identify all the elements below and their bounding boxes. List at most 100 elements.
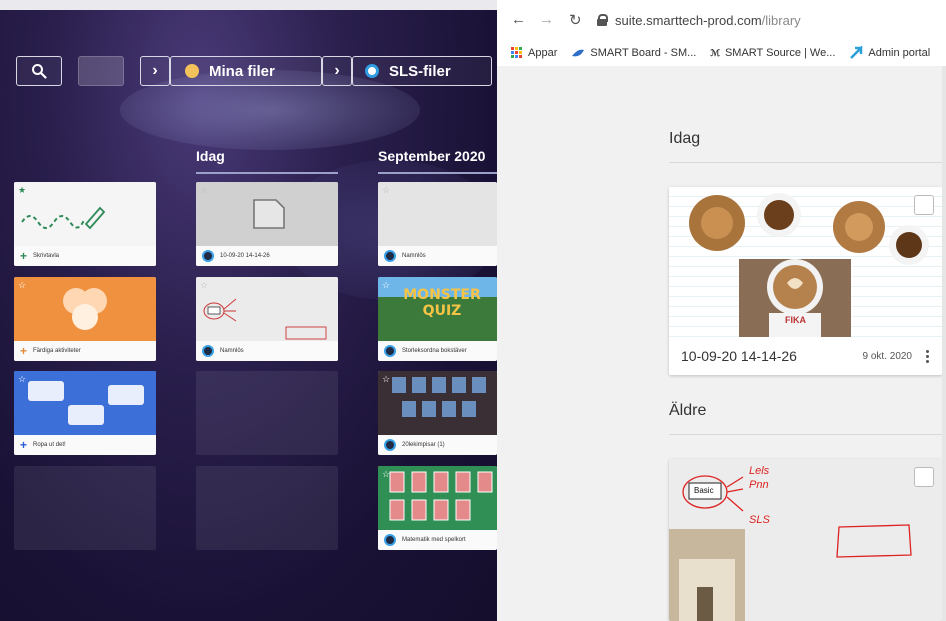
- tile-thumbnail: [378, 466, 497, 530]
- tile-today-file[interactable]: ☆ 10-09-20 14-14-26: [196, 182, 338, 266]
- empty-tile: [14, 466, 156, 550]
- star-icon[interactable]: ☆: [200, 280, 208, 291]
- tile-footer: + Färdiga aktiviteter: [14, 341, 156, 361]
- playing-cards-icon: [389, 471, 493, 521]
- sls-icon: [384, 534, 396, 546]
- tile-september-untitled[interactable]: ☆ Namnlös: [378, 182, 497, 266]
- section-divider: [669, 434, 946, 435]
- tile-footer: 10-09-20 14-14-26: [196, 246, 338, 266]
- back-arrow-icon[interactable]: ←: [511, 11, 526, 28]
- breadcrumb-sls-files[interactable]: SLS-filer: [352, 56, 492, 86]
- plus-icon: +: [20, 249, 28, 263]
- bookmark-label: SMART Source | We...: [724, 47, 836, 59]
- browser-pane: ← → ↻ suite.smarttech-prod.com/library A…: [497, 0, 946, 621]
- tile-letter-order[interactable]: MONSTER QUIZ ☆ Storleksordna bokstäver: [378, 277, 497, 361]
- column-divider: [196, 172, 338, 174]
- tile-thumbnail: MONSTER QUIZ: [378, 277, 497, 341]
- tile-footer: Namnlös: [196, 341, 338, 361]
- squiggle-pen-icon: [21, 206, 106, 230]
- chevron-right-icon: ›: [334, 62, 340, 79]
- search-icon: [32, 64, 47, 79]
- file-date: 9 okt. 2020: [862, 350, 912, 362]
- section-divider: [669, 162, 946, 163]
- forward-arrow-icon[interactable]: →: [539, 11, 554, 28]
- plus-icon: +: [20, 438, 28, 452]
- tile-label: Storleksordna bokstäver: [402, 348, 467, 354]
- star-icon[interactable]: ★: [18, 185, 26, 196]
- breadcrumb-my-files[interactable]: Mina filer: [170, 56, 322, 86]
- star-icon[interactable]: ☆: [382, 185, 390, 196]
- bookmark-admin-portal[interactable]: Admin portal: [849, 46, 930, 60]
- tile-label: 10-09-20 14-14-26: [220, 253, 270, 259]
- handwritten-label: Pnn: [749, 479, 769, 491]
- mindmap-thumbnail: [669, 475, 912, 621]
- tile-shout-out[interactable]: ☆ + Ropa ut det!: [14, 371, 156, 455]
- speech-bubbles-icon: [28, 381, 144, 425]
- search-button[interactable]: [16, 56, 62, 86]
- tile-label: 20lekimpisar (1): [402, 442, 445, 448]
- tile-thumbnail: [14, 371, 156, 435]
- tile-whiteboard[interactable]: ★ + Skrivtavla: [14, 182, 156, 266]
- empty-tile: [196, 371, 338, 455]
- monster-quiz-title: MONSTER QUIZ: [403, 287, 481, 319]
- bookmark-label: Admin portal: [868, 47, 931, 59]
- tile-lek-spel[interactable]: ☆ 20lekimpisar (1): [378, 371, 497, 455]
- select-checkbox[interactable]: [914, 195, 934, 215]
- column-divider: [378, 172, 497, 174]
- breadcrumb-chevron-button[interactable]: ›: [140, 56, 170, 86]
- tile-label: Namnlös: [220, 348, 244, 354]
- section-title-older: Äldre: [669, 402, 707, 419]
- select-checkbox[interactable]: [914, 467, 934, 487]
- screen-root: › Mina filer › SLS-filer Idag September …: [0, 0, 946, 621]
- star-icon[interactable]: ☆: [382, 469, 390, 480]
- tile-untitled-today[interactable]: ☆ Namnlös: [196, 277, 338, 361]
- star-icon[interactable]: ☆: [382, 374, 390, 385]
- address-bar[interactable]: suite.smarttech-prod.com/library: [597, 7, 946, 33]
- sls-icon: [384, 345, 396, 357]
- bookmarks-bar: Appar SMART Board - SM... ℳ SMART Source…: [497, 40, 946, 66]
- column-heading-september: September 2020: [378, 148, 486, 164]
- star-icon[interactable]: ☆: [18, 374, 26, 385]
- url-domain: suite.smarttech-prod.com: [615, 12, 762, 28]
- tile-footer: Matematik med spelkort: [378, 530, 497, 550]
- column-heading-today: Idag: [196, 148, 225, 164]
- bookmark-smart-board[interactable]: SMART Board - SM...: [571, 47, 696, 59]
- breadcrumb-label: Mina filer: [209, 62, 275, 80]
- home-button[interactable]: [78, 56, 124, 86]
- circles-icon: [63, 288, 107, 330]
- tile-label: Färdiga aktiviteter: [33, 348, 81, 354]
- file-card[interactable]: FIKA 10-09-20 14-14-26 9 okt. 2020: [669, 187, 942, 375]
- star-icon[interactable]: ☆: [18, 280, 26, 291]
- star-icon[interactable]: ☆: [382, 280, 390, 291]
- tile-footer: Storleksordna bokstäver: [378, 341, 497, 361]
- tile-thumbnail: [196, 182, 338, 246]
- sls-icon: [384, 439, 396, 451]
- chevron-right-icon: ›: [152, 62, 158, 79]
- card-footer: 10-09-20 14-14-26 9 okt. 2020: [669, 337, 942, 375]
- tile-label: Skrivtavla: [33, 253, 60, 259]
- more-options-icon[interactable]: [926, 349, 930, 363]
- bookmark-apps[interactable]: Appar: [511, 47, 557, 59]
- sls-icon: [202, 250, 214, 262]
- empty-tile: [196, 466, 338, 550]
- tile-math-cards[interactable]: ☆ Matematik med spelkort: [378, 466, 497, 550]
- smart-board-icon: [572, 49, 585, 57]
- file-card[interactable]: Basic Lels Pnn SLS: [669, 459, 942, 621]
- bookmark-label: Appar: [528, 47, 558, 59]
- scrollbar[interactable]: [942, 66, 946, 621]
- bookmark-smart-source[interactable]: ℳ SMART Source | We...: [710, 47, 835, 59]
- star-icon[interactable]: ☆: [200, 185, 208, 196]
- blank-page-icon: [253, 199, 285, 229]
- breadcrumb-chevron-button[interactable]: ›: [322, 56, 352, 86]
- tile-footer: 20lekimpisar (1): [378, 435, 497, 455]
- tile-label: Matematik med spelkort: [402, 537, 466, 543]
- mindmap-sketch-icon: [203, 298, 327, 340]
- tile-ready-activities[interactable]: ☆ + Färdiga aktiviteter: [14, 277, 156, 361]
- tile-footer: + Ropa ut det!: [14, 435, 156, 455]
- basic-label: Basic: [694, 486, 714, 495]
- reload-icon[interactable]: ↻: [569, 11, 582, 29]
- folder-dot-icon: [185, 64, 199, 78]
- window-top-strip: [0, 0, 497, 10]
- tile-footer: + Skrivtavla: [14, 246, 156, 266]
- url-path: /library: [761, 12, 801, 28]
